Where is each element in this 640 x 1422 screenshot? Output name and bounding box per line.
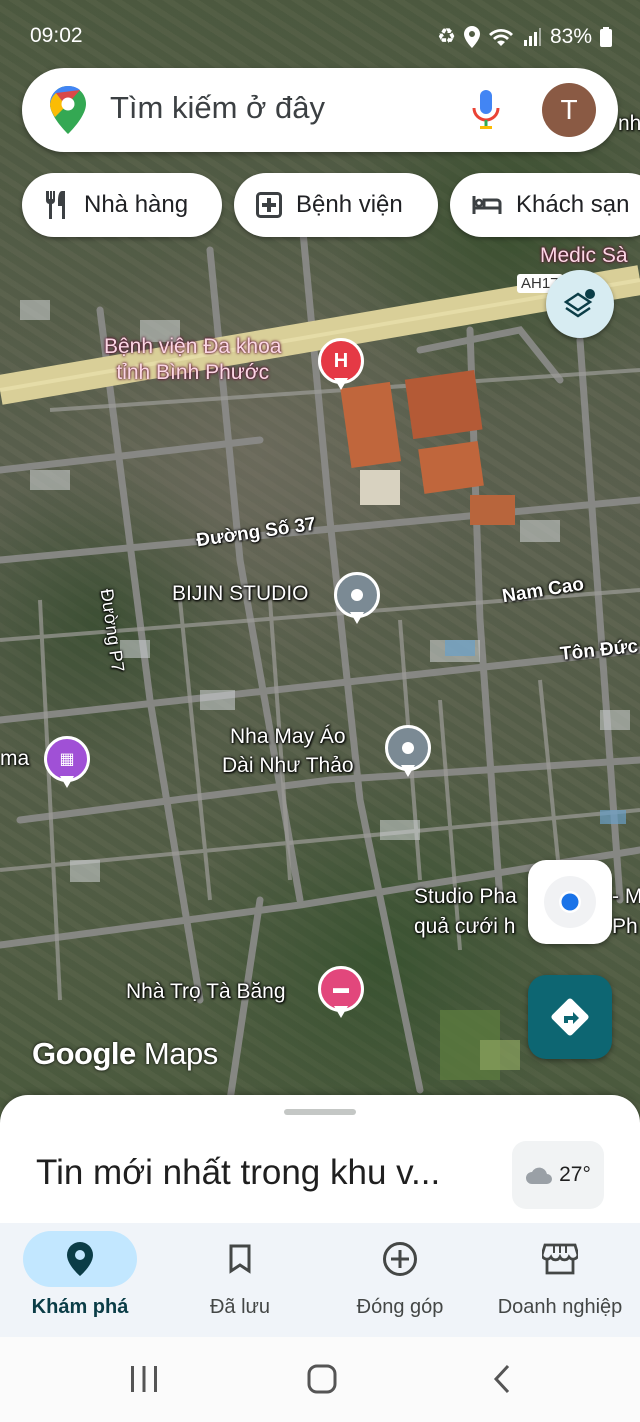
layers-icon [563,289,595,318]
chip-hospitals[interactable]: Bệnh viện [234,173,438,237]
nav-label: Doanh nghiệp [497,1296,623,1318]
wifi-icon [488,28,513,46]
signal-icon [523,27,541,46]
my-location-icon [544,876,596,928]
nav-business[interactable]: Doanh nghiệp [480,1223,640,1337]
nav-contribute[interactable]: Đóng góp [320,1223,480,1337]
nav-label: Đóng góp [356,1296,444,1318]
label-nha-may[interactable]: Nha May Áo Dài Như Thảo [222,722,354,780]
bottom-sheet[interactable]: Tin mới nhất trong khu v... 27° [0,1095,640,1235]
google-maps-watermark: Google Maps [32,1036,218,1071]
location-icon [463,25,480,48]
bottom-navigation: Khám phá Đã lưu Đóng góp Doanh nghiệp [0,1223,640,1337]
label-studio-right: - M Ph [612,885,640,938]
nav-saved[interactable]: Đã lưu [160,1223,320,1337]
status-bar: 09:02 ♻ 83% [0,0,640,70]
back-icon [493,1364,510,1394]
weather-chip[interactable]: 27° [512,1141,604,1209]
home-button[interactable] [292,1359,352,1399]
chip-restaurants[interactable]: Nhà hàng [22,173,222,237]
back-button[interactable] [472,1359,532,1399]
bookmark-icon [229,1244,251,1274]
nav-label: Khám phá [31,1296,129,1318]
avatar[interactable]: T [542,83,596,137]
explore-pin-icon [67,1242,93,1276]
chip-label: Khách sạn [516,191,630,218]
system-navigation-bar [0,1337,640,1422]
status-icons: ♻ 83% [437,24,612,49]
status-time: 09:02 [30,24,83,47]
label-studio[interactable]: Studio Pha quả cưới h [414,882,517,942]
chip-hotels[interactable]: Khách sạn [450,173,640,237]
label-nha-tro[interactable]: Nhà Trọ Tà Băng [126,980,286,1004]
my-location-button[interactable] [528,860,612,944]
battery-level: 83% [549,24,592,48]
chip-label: Bệnh viện [296,191,403,218]
layers-button[interactable] [546,270,614,338]
weather-temperature: 27° [559,1163,591,1186]
directions-icon [551,998,589,1036]
label-top-right: nh [618,112,640,135]
storefront-icon [542,1243,578,1275]
label-cinema[interactable]: ma [0,747,29,771]
home-icon [307,1364,337,1394]
google-maps-logo-icon [50,86,86,134]
nav-explore[interactable]: Khám phá [0,1223,160,1337]
add-circle-icon [383,1242,417,1276]
battery-icon [600,26,612,47]
sheet-drag-handle[interactable] [284,1109,356,1115]
chip-label: Nhà hàng [84,191,189,218]
microphone-icon[interactable] [470,88,502,132]
place-pin-icon[interactable] [385,725,431,777]
bed-icon [472,196,502,214]
label-hospital[interactable]: Bệnh viện Đa khoa tỉnh Bình Phước [104,334,281,386]
nav-label: Đã lưu [209,1296,271,1318]
search-input[interactable]: Tìm kiếm ở đây [110,90,325,126]
recent-apps-button[interactable] [114,1359,174,1399]
cloud-icon [526,1167,553,1184]
search-bar[interactable]: Tìm kiếm ở đây T [22,68,618,152]
directions-button[interactable] [528,975,612,1059]
lodging-pin-icon[interactable]: ▬ [318,966,364,1018]
recycle-icon: ♻ [437,25,456,48]
label-medic[interactable]: Medic Sà [540,244,628,268]
sheet-title: Tin mới nhất trong khu v... [36,1153,441,1192]
hospital-pin-icon[interactable]: H [318,338,364,390]
label-bijin-studio[interactable]: BIJIN STUDIO [172,582,309,606]
place-pin-icon[interactable] [334,572,380,624]
map-canvas[interactable]: AH17 Medic Sà nh Bệnh viện Đa khoa tỉnh … [0,0,640,1130]
road-network [0,196,640,1104]
recent-apps-icon [131,1366,157,1392]
hospital-plus-icon [256,192,282,218]
cinema-pin-icon[interactable]: ▦ [44,736,90,788]
fork-knife-icon [45,191,65,219]
